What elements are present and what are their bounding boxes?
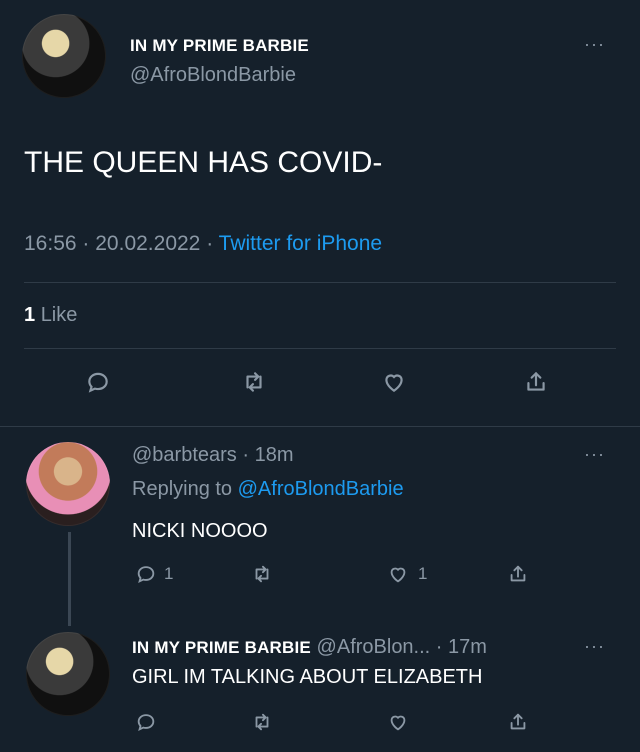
reply-text: GIRL IM TALKING ABOUT ELIZABETH (132, 666, 483, 688)
reply-icon[interactable] (84, 368, 112, 396)
like-count: 1 (418, 564, 428, 583)
retweet-icon[interactable] (248, 708, 276, 736)
reply-age: 17m (448, 636, 487, 658)
author-avatar[interactable] (22, 14, 106, 98)
author-display-name[interactable]: IN MY PRIME BARBIE (130, 36, 309, 56)
reply-author-avatar[interactable] (26, 632, 110, 716)
reply-age: 18m (254, 444, 294, 466)
like-icon[interactable] (380, 368, 408, 396)
more-options-icon[interactable]: ··· (584, 34, 605, 55)
reply-author-avatar[interactable] (26, 442, 110, 526)
tweet-time: 16:56 (24, 232, 77, 255)
tweet-text: THE QUEEN HAS COVID- (24, 146, 383, 179)
divider (24, 348, 616, 349)
replying-to: Replying to @AfroBlondBarbie (132, 478, 404, 501)
replying-to-handle[interactable]: @AfroBlondBarbie (238, 478, 404, 500)
retweet-icon[interactable] (248, 560, 276, 588)
more-options-icon[interactable]: ··· (584, 444, 605, 465)
reply-author-handle[interactable]: @AfroBlon... (317, 636, 431, 658)
reply-header: IN MY PRIME BARBIE @AfroBlon... · 17m (132, 636, 487, 659)
likes-label: Like (40, 304, 78, 326)
share-icon[interactable] (522, 368, 550, 396)
author-handle[interactable]: @AfroBlondBarbie (130, 64, 296, 87)
tweet-date: 20.02.2022 (95, 232, 201, 255)
reply-icon[interactable] (132, 560, 160, 588)
meta-separator: · (435, 636, 443, 658)
reply-header: @barbtears · 18m (132, 444, 294, 467)
meta-separator: · (82, 232, 90, 255)
reply-count: 1 (164, 564, 174, 583)
reply-icon[interactable] (132, 708, 160, 736)
meta-separator: · (242, 444, 250, 466)
retweet-icon[interactable] (240, 368, 268, 396)
divider (0, 426, 640, 427)
thread-line (68, 532, 71, 626)
likes-count: 1 (24, 304, 36, 326)
share-icon[interactable] (504, 708, 532, 736)
share-icon[interactable] (504, 560, 532, 588)
tweet-source-link[interactable]: Twitter for iPhone (219, 232, 382, 255)
like-icon[interactable] (384, 708, 412, 736)
reply-text: NICKI NOOOO (132, 520, 268, 542)
like-icon[interactable] (384, 560, 412, 588)
reply-author-display-name[interactable]: IN MY PRIME BARBIE (132, 638, 311, 657)
likes-stat[interactable]: 1 Like (24, 304, 77, 327)
replying-to-label: Replying to (132, 478, 233, 500)
tweet-meta: 16:56 · 20.02.2022 · Twitter for iPhone (24, 232, 382, 256)
meta-separator: · (206, 232, 214, 255)
divider (24, 282, 616, 283)
more-options-icon[interactable]: ··· (584, 636, 605, 657)
reply-author-handle[interactable]: @barbtears (132, 444, 237, 466)
